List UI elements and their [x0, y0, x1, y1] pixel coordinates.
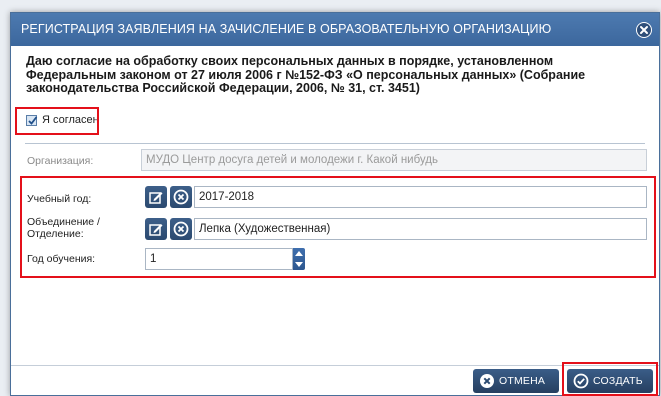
clear-academic-year-button[interactable]: [170, 186, 192, 208]
edit-academic-year-button[interactable]: [145, 186, 167, 208]
edit-association-button[interactable]: [145, 218, 167, 240]
clear-icon: [173, 189, 189, 205]
academic-year-label: Учебный год:: [27, 193, 92, 205]
registration-dialog: РЕГИСТРАЦИЯ ЗАЯВЛЕНИЯ НА ЗАЧИСЛЕНИЕ В ОБ…: [10, 12, 660, 396]
footer-divider: [11, 365, 659, 366]
agree-checkbox[interactable]: [26, 114, 38, 126]
association-label: Объединение / Отделение:: [27, 216, 100, 240]
stepper-up-icon[interactable]: [293, 248, 305, 259]
organization-label: Организация:: [27, 155, 94, 167]
study-year-input[interactable]: 1: [145, 248, 293, 270]
close-icon[interactable]: [636, 22, 652, 38]
study-year-stepper[interactable]: [293, 248, 305, 270]
organization-field: МУДО Центр досуга детей и молодежи г. Ка…: [141, 149, 647, 171]
section-divider: [25, 143, 645, 144]
check-circle-icon: [573, 373, 589, 389]
clear-icon: [173, 221, 189, 237]
stepper-down-icon[interactable]: [293, 259, 305, 270]
academic-year-field[interactable]: 2017-2018: [194, 186, 647, 208]
consent-text: Даю согласие на обработку своих персонал…: [26, 54, 586, 95]
edit-icon: [149, 224, 163, 236]
cancel-button[interactable]: ОТМЕНА: [473, 369, 559, 393]
agree-checkbox-label: Я согласен: [42, 114, 99, 126]
cancel-button-label: ОТМЕНА: [499, 375, 546, 387]
create-button[interactable]: СОЗДАТЬ: [567, 369, 653, 393]
association-field[interactable]: Лепка (Художественная): [194, 218, 647, 240]
cancel-icon: [480, 374, 494, 388]
clear-association-button[interactable]: [170, 218, 192, 240]
dialog-titlebar: РЕГИСТРАЦИЯ ЗАЯВЛЕНИЯ НА ЗАЧИСЛЕНИЕ В ОБ…: [11, 13, 659, 46]
dialog-title: РЕГИСТРАЦИЯ ЗАЯВЛЕНИЯ НА ЗАЧИСЛЕНИЕ В ОБ…: [21, 22, 552, 36]
edit-icon: [149, 192, 163, 204]
create-button-label: СОЗДАТЬ: [593, 375, 643, 387]
study-year-label: Год обучения:: [27, 253, 96, 265]
agree-checkbox-row[interactable]: Я согласен: [26, 110, 99, 130]
